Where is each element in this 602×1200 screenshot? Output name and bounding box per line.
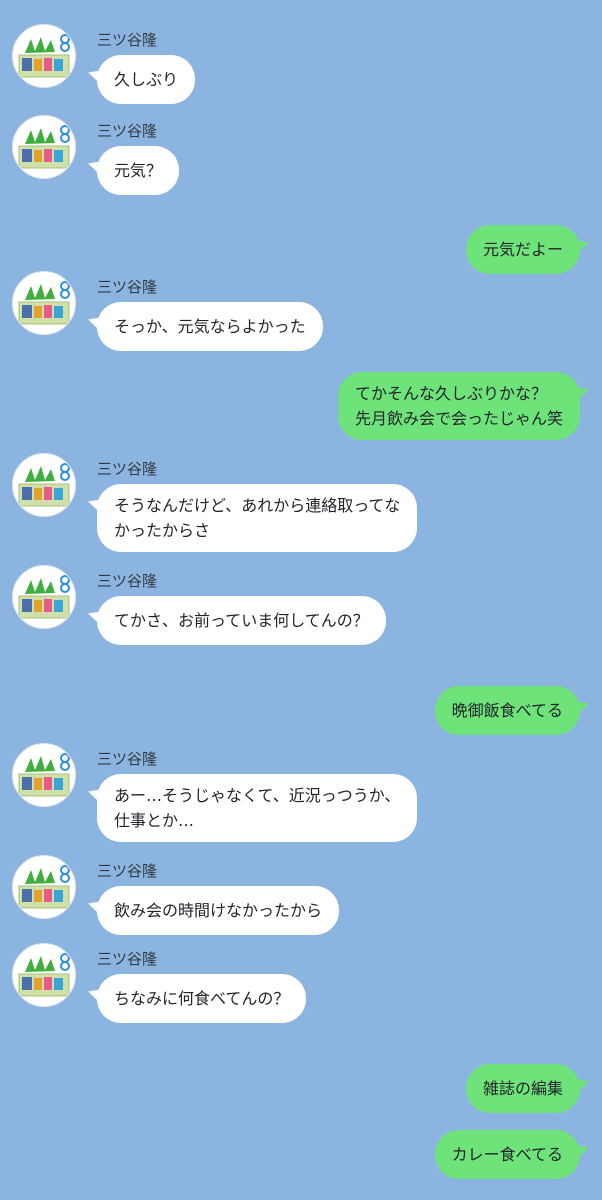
message-bubble-incoming[interactable]: ちなみに何食べてんの？	[97, 974, 307, 1023]
message-text: てかさ、お前っていま何してんの？	[114, 611, 369, 630]
message-text: ちなみに何食べてんの？	[114, 989, 290, 1008]
message-text: 元気だよー	[482, 240, 563, 259]
sewing-box-icon	[18, 953, 70, 997]
message-bubble-incoming[interactable]: てかさ、お前っていま何してんの？	[97, 596, 386, 645]
sewing-box-icon	[18, 865, 70, 909]
contact-name: 三ツ谷隆	[97, 122, 158, 140]
contact-avatar[interactable]	[12, 855, 76, 919]
sewing-box-icon	[18, 34, 70, 78]
sewing-box-icon	[18, 575, 70, 619]
chat-area: 三ツ谷隆 久しぶり 三ツ谷隆 元気？ 元気だよー 三ツ谷隆 そっか、元気ならよか…	[0, 0, 602, 1200]
message-bubble-incoming[interactable]: そっか、元気ならよかった	[97, 302, 323, 351]
sewing-box-icon	[18, 281, 70, 325]
message-text: そうなんだけど、あれから連絡取ってな	[114, 496, 401, 515]
message-bubble-incoming[interactable]: 元気？	[97, 146, 180, 195]
message-text: 晩御飯食べてる	[451, 701, 563, 720]
message-text: 仕事とか…	[114, 811, 195, 830]
sewing-box-icon	[18, 463, 70, 507]
message-bubble-outgoing[interactable]: カレー食べてる	[434, 1130, 580, 1179]
message-bubble-incoming[interactable]: あー…そうじゃなくて、近況っつうか、 仕事とか…	[97, 774, 418, 842]
contact-avatar[interactable]	[12, 271, 76, 335]
message-text: あー…そうじゃなくて、近況っつうか、	[114, 786, 401, 805]
message-text: 飲み会の時間けなかったから	[114, 901, 323, 920]
message-bubble-outgoing[interactable]: てかそんな久しぶりかな？ 先月飲み会で会ったじゃん笑	[337, 372, 580, 440]
contact-avatar[interactable]	[12, 565, 76, 629]
contact-name: 三ツ谷隆	[97, 750, 158, 768]
contact-name: 三ツ谷隆	[97, 950, 158, 968]
message-bubble-outgoing[interactable]: 晩御飯食べてる	[434, 686, 580, 735]
contact-name: 三ツ谷隆	[97, 278, 158, 296]
contact-name: 三ツ谷隆	[97, 460, 158, 478]
contact-name: 三ツ谷隆	[97, 572, 158, 590]
contact-avatar[interactable]	[12, 943, 76, 1007]
sewing-box-icon	[18, 125, 70, 169]
message-bubble-incoming[interactable]: 飲み会の時間けなかったから	[97, 886, 340, 935]
message-text: 久しぶり	[114, 70, 179, 89]
message-text: そっか、元気ならよかった	[114, 317, 306, 336]
message-bubble-incoming[interactable]: そうなんだけど、あれから連絡取ってな かったからさ	[97, 484, 418, 552]
message-bubble-outgoing[interactable]: 雑誌の編集	[465, 1064, 580, 1113]
message-text: 先月飲み会で会ったじゃん笑	[354, 409, 563, 428]
message-text: かったからさ	[114, 521, 211, 540]
contact-avatar[interactable]	[12, 24, 76, 88]
contact-avatar[interactable]	[12, 453, 76, 517]
contact-name: 三ツ谷隆	[97, 862, 158, 880]
message-bubble-incoming[interactable]: 久しぶり	[97, 55, 196, 104]
message-text: 雑誌の編集	[482, 1079, 563, 1098]
message-text: てかそんな久しぶりかな？	[354, 384, 547, 403]
message-text: カレー食べてる	[451, 1145, 563, 1164]
message-text: 元気？	[114, 161, 163, 180]
contact-avatar[interactable]	[12, 115, 76, 179]
contact-avatar[interactable]	[12, 743, 76, 807]
message-bubble-outgoing[interactable]: 元気だよー	[465, 225, 580, 274]
sewing-box-icon	[18, 753, 70, 797]
contact-name: 三ツ谷隆	[97, 31, 158, 49]
